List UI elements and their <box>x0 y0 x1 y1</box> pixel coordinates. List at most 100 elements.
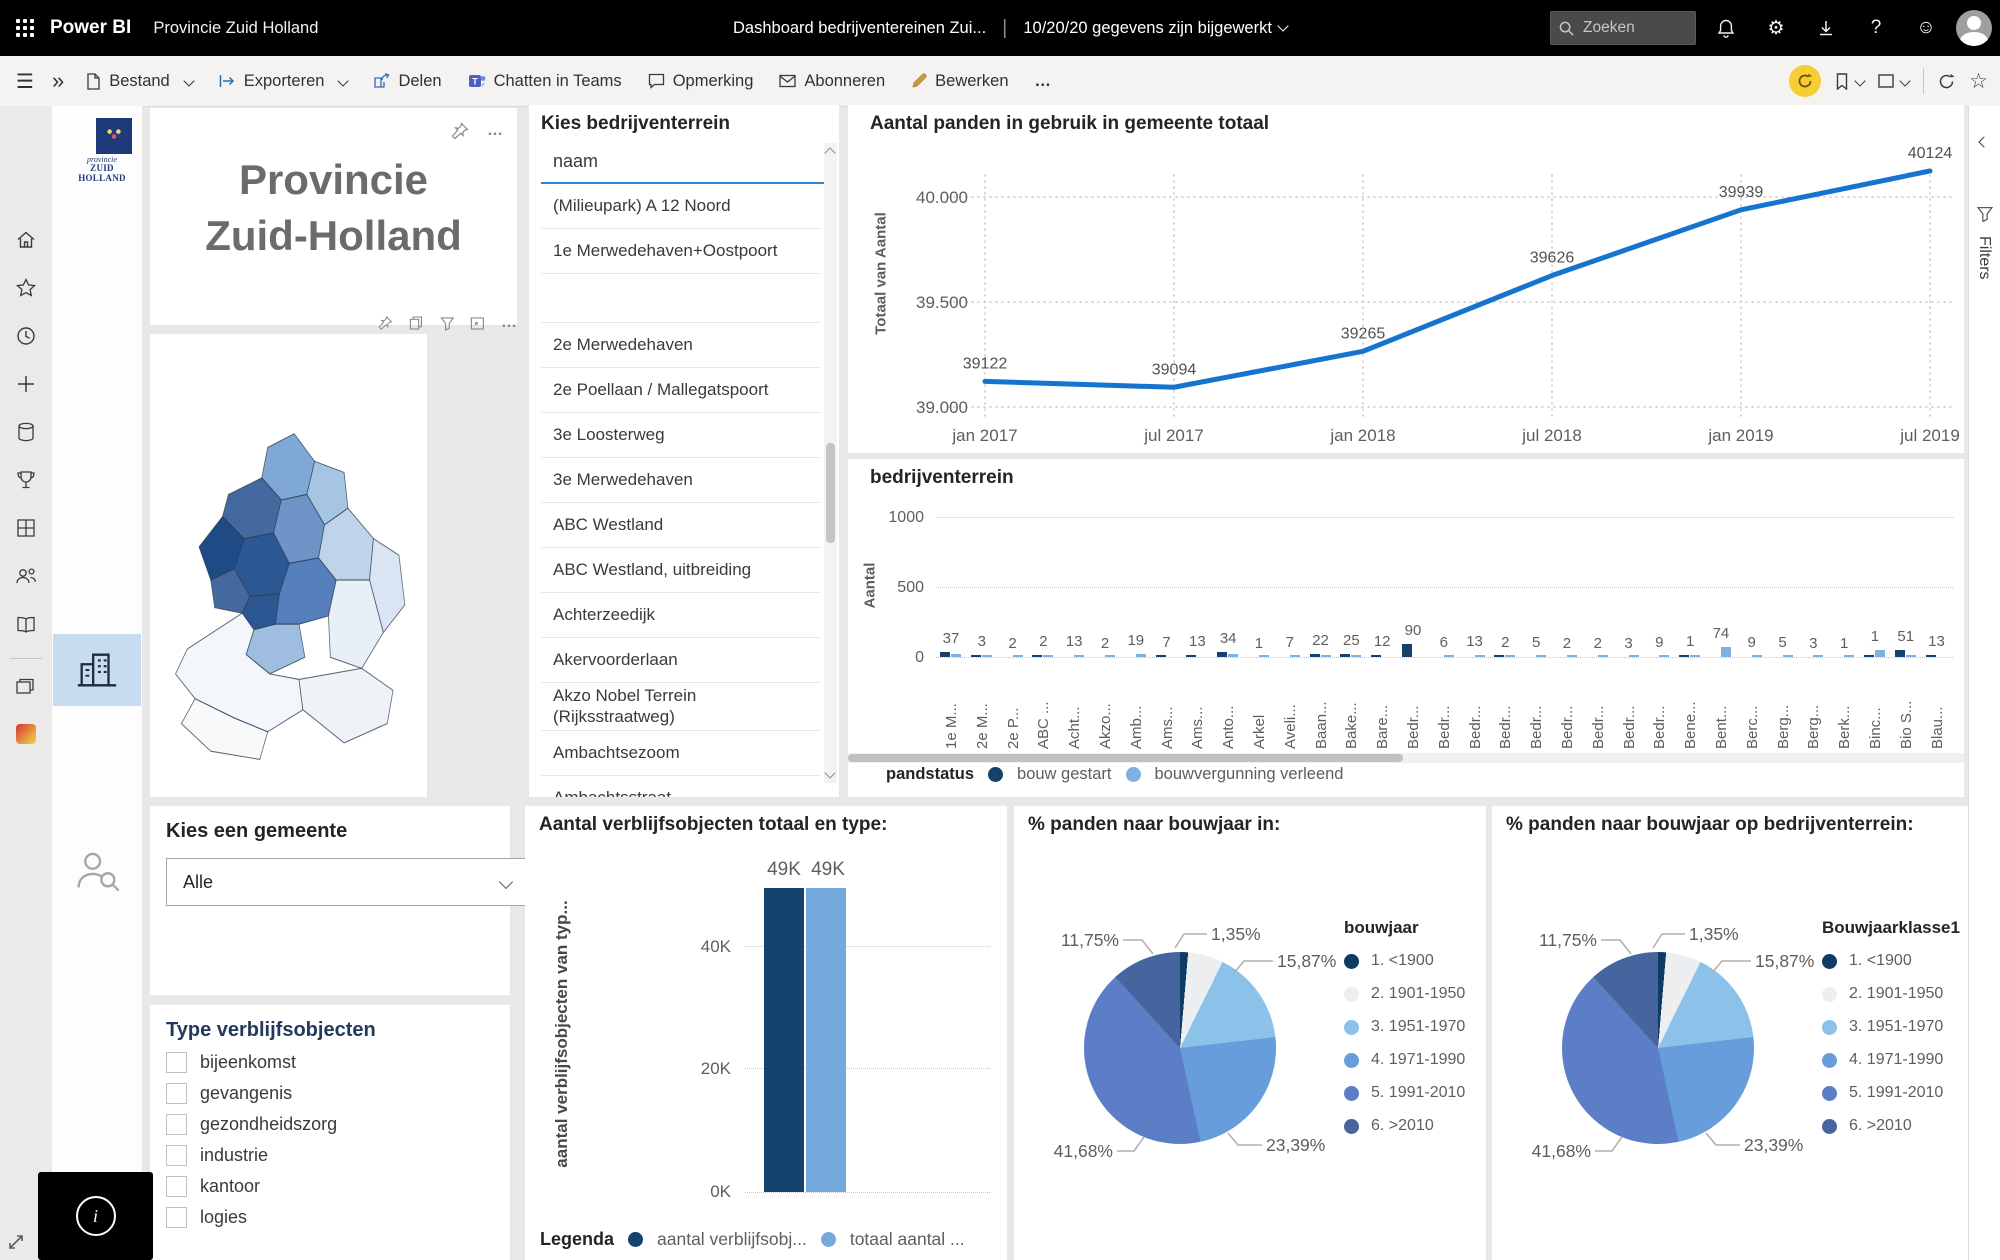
bar-bouw-gestart[interactable] <box>1371 655 1381 657</box>
copy-icon[interactable] <box>409 315 424 331</box>
nav-datasets-icon[interactable] <box>0 412 52 452</box>
legend-item[interactable]: 4. 1971-1990 <box>1344 1051 1465 1069</box>
bar-bouw-gestart[interactable] <box>1402 644 1412 657</box>
download-icon[interactable] <box>1806 8 1846 48</box>
bar-bouwvergunning[interactable] <box>982 655 992 657</box>
checkbox[interactable] <box>166 1083 187 1104</box>
legend-item[interactable]: 5. 1991-2010 <box>1344 1084 1465 1102</box>
bar-bouw-gestart[interactable] <box>1926 655 1936 657</box>
feedback-smiley-icon[interactable]: ☺ <box>1906 8 1946 48</box>
filters-label[interactable]: Filters <box>1975 236 1993 280</box>
legend-label[interactable]: bouwvergunning verleend <box>1155 765 1344 784</box>
legend-label[interactable]: bouw gestart <box>1017 765 1111 784</box>
checkbox-option[interactable]: logies <box>166 1207 510 1228</box>
nav-learn-icon[interactable] <box>0 604 52 644</box>
bar-bouw-gestart[interactable] <box>971 655 981 657</box>
list-item[interactable]: Achterzeedijk <box>541 593 821 638</box>
file-menu[interactable]: Bestand <box>86 72 193 91</box>
list-item[interactable]: ABC Westland <box>541 503 821 548</box>
refresh-button[interactable] <box>1938 73 1955 90</box>
bar-bouwvergunning[interactable] <box>1228 654 1238 657</box>
legend-item[interactable]: 3. 1951-1970 <box>1344 1018 1465 1036</box>
bar-bouw-gestart[interactable] <box>1032 655 1042 657</box>
bar-bouwvergunning[interactable] <box>1690 655 1700 657</box>
bar-bouw-gestart[interactable] <box>1186 655 1196 657</box>
bar-bouwvergunning[interactable] <box>1783 655 1793 657</box>
bar-bouw-gestart[interactable] <box>1217 652 1227 657</box>
bar-bouwvergunning[interactable] <box>1629 655 1639 657</box>
list-item[interactable]: Ambachtsstraat <box>541 776 821 798</box>
bar-bouwvergunning[interactable] <box>1813 655 1823 657</box>
column-bar-dark[interactable] <box>764 888 804 1192</box>
scroll-thumb[interactable] <box>848 754 1403 762</box>
nav-favorites-icon[interactable] <box>0 268 52 308</box>
bar-bouwvergunning[interactable] <box>1290 655 1300 657</box>
resize-diagonal-icon[interactable] <box>8 1234 24 1250</box>
bar-bouw-gestart[interactable] <box>1864 655 1874 657</box>
checkbox-option[interactable]: bijeenkomst <box>166 1052 510 1073</box>
bar-bouwvergunning[interactable] <box>1475 655 1485 657</box>
nav-current-app-icon[interactable] <box>0 714 52 754</box>
legend-dot-bouw-gestart[interactable] <box>988 767 1003 782</box>
list-item[interactable]: 3e Merwedehaven <box>541 458 821 503</box>
comment-button[interactable]: Opmerking <box>648 72 754 91</box>
bar-bouw-gestart[interactable] <box>940 652 950 657</box>
legend-dot[interactable] <box>821 1232 836 1247</box>
app-launcher-icon[interactable] <box>0 0 50 56</box>
scroll-thumb[interactable] <box>826 443 835 543</box>
search-input[interactable] <box>1581 18 1675 38</box>
nav-workspaces-icon[interactable] <box>0 666 52 706</box>
pin-icon[interactable] <box>451 122 469 140</box>
legend-item[interactable]: 6. >2010 <box>1344 1117 1465 1135</box>
settings-gear-icon[interactable]: ⚙ <box>1756 8 1796 48</box>
gemeente-dropdown[interactable]: Alle <box>166 858 528 906</box>
checkbox-option[interactable]: gevangenis <box>166 1083 510 1104</box>
checkbox[interactable] <box>166 1145 187 1166</box>
expand-filters-icon[interactable] <box>1978 136 1989 147</box>
bookmarks-menu[interactable] <box>1835 73 1864 90</box>
bar-bouwvergunning[interactable] <box>1844 655 1854 657</box>
pie-chart[interactable] <box>1562 952 1754 1144</box>
column-bar-light[interactable] <box>806 888 846 1192</box>
bar-bouwvergunning[interactable] <box>1505 655 1515 657</box>
bar-bouwvergunning[interactable] <box>1536 655 1546 657</box>
bar-bouw-gestart[interactable] <box>1895 650 1905 657</box>
nav-shared-icon[interactable] <box>0 556 52 596</box>
favorite-star-icon[interactable]: ☆ <box>1969 69 1988 94</box>
nav-recent-icon[interactable] <box>0 316 52 356</box>
more-options-icon[interactable]: … <box>501 314 517 332</box>
legend-item[interactable]: 1. <1900 <box>1344 952 1465 970</box>
bar-bouw-gestart[interactable] <box>1310 654 1320 657</box>
bar-bouw-gestart[interactable] <box>1679 655 1689 657</box>
bar-bouwvergunning[interactable] <box>1659 655 1669 657</box>
search-box[interactable] <box>1550 11 1696 45</box>
view-menu[interactable] <box>1878 74 1909 88</box>
slicer-column-header[interactable]: naam <box>553 151 839 172</box>
list-item[interactable]: (Milieupark) A 12 Noord <box>541 184 821 229</box>
legend-item[interactable]: 4. 1971-1990 <box>1822 1051 1960 1069</box>
legend-item[interactable]: 1. <1900 <box>1822 952 1960 970</box>
nav-home-icon[interactable] <box>0 220 52 260</box>
bar-bouwvergunning[interactable] <box>1351 655 1361 657</box>
line-chart[interactable]: 39.00039.50040.000jan 2017jul 2017jan 20… <box>848 139 1964 451</box>
reset-default-view-button[interactable] <box>1789 65 1821 97</box>
list-item[interactable] <box>541 274 821 323</box>
bar-bouwvergunning[interactable] <box>1567 655 1577 657</box>
filter-funnel-icon[interactable] <box>440 316 455 331</box>
app-nav-buildings-selected[interactable] <box>53 634 141 706</box>
list-item[interactable]: 3e Loosterweg <box>541 413 821 458</box>
powerbi-logo[interactable]: Power BI <box>50 17 131 39</box>
checkbox[interactable] <box>166 1052 187 1073</box>
legend-item[interactable]: 6. >2010 <box>1822 1117 1960 1135</box>
list-item[interactable]: 1e Merwedehaven+Oostpoort <box>541 229 821 274</box>
nav-goals-icon[interactable] <box>0 460 52 500</box>
bar-bouwvergunning[interactable] <box>1321 655 1331 657</box>
help-icon[interactable]: ? <box>1856 8 1896 48</box>
list-scrollbar[interactable] <box>824 143 837 783</box>
pin-icon[interactable] <box>378 315 393 331</box>
share-button[interactable]: Delen <box>373 72 441 91</box>
zuid-holland-map[interactable] <box>150 334 427 797</box>
dashboard-title[interactable]: Dashboard bedrijventereinen Zui... <box>733 19 986 38</box>
bar-bouw-gestart[interactable] <box>1156 655 1166 657</box>
edit-button[interactable]: Bewerken <box>911 72 1008 91</box>
